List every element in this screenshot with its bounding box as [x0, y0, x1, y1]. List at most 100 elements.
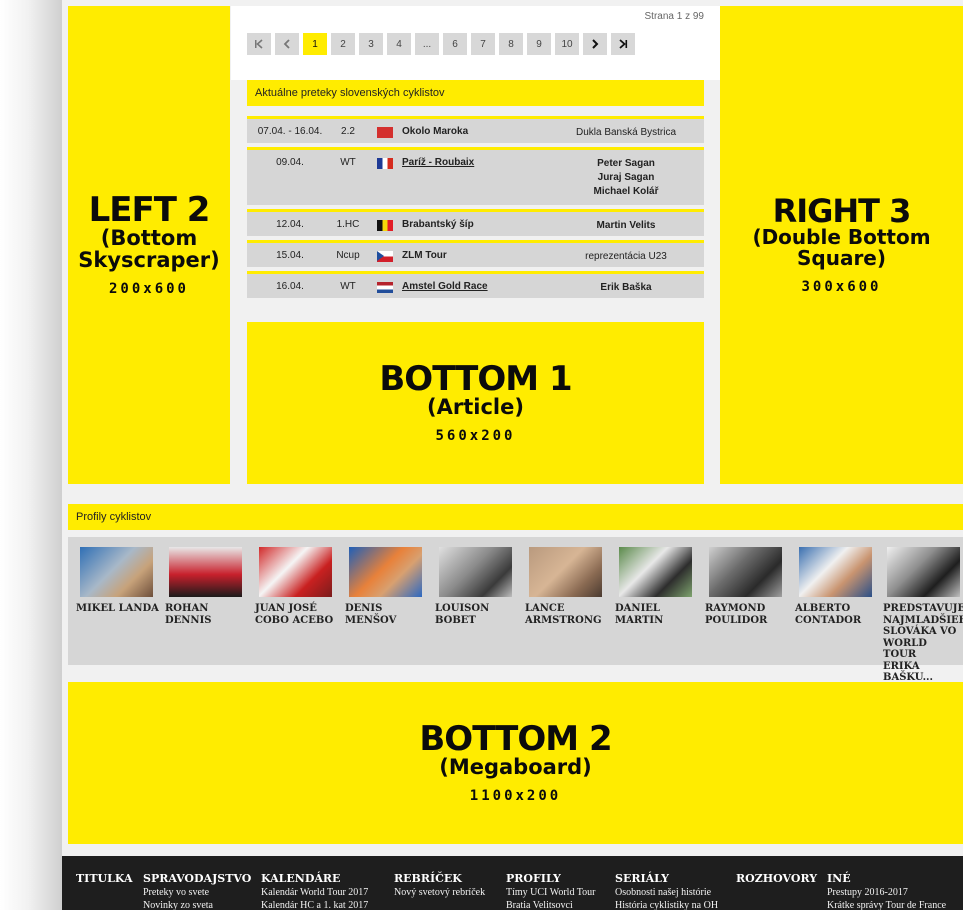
profiles-list: MIKEL LANDA ROHAN DENNIS JUAN JOSÉ COBO AC… [68, 537, 963, 683]
profile-photo[interactable] [259, 547, 332, 597]
profile-name[interactable]: ROHAN DENNIS [165, 603, 255, 626]
footer-heading[interactable]: SERIÁLY [615, 872, 718, 885]
footer-heading[interactable]: PROFILY [506, 872, 596, 885]
race-category: Ncup [336, 250, 360, 261]
profile-card[interactable]: MIKEL LANDA [76, 547, 159, 615]
last-page-icon[interactable] [611, 33, 635, 55]
profiles-header: Profily cyklistov [68, 504, 963, 530]
race-row[interactable]: 07.04. - 16.04. 2.2 Okolo Maroka Dukla B… [247, 116, 704, 143]
footer-link[interactable]: Krátke správy Tour de France [827, 900, 946, 910]
page-shadow [0, 0, 62, 910]
footer-col-titulka: TITULKA [76, 872, 133, 885]
race-name-link[interactable]: Amstel Gold Race [402, 281, 488, 292]
page-button-6[interactable]: 6 [443, 33, 467, 55]
profile-name[interactable]: JUAN JOSÉ COBO ACEBO [255, 603, 345, 626]
race-name: Brabantský šíp [402, 219, 474, 230]
ad-title: BOTTOM 1 [379, 358, 572, 399]
rider-name[interactable]: Peter Sagan [556, 157, 696, 171]
morocco-flag-icon [377, 127, 393, 138]
footer-heading[interactable]: REBRÍČEK [394, 872, 485, 885]
race-row[interactable]: 15.04. Ncup ZLM Tour reprezentácia U23 [247, 240, 704, 267]
footer-link[interactable]: Bratia Velitsovci [506, 900, 596, 910]
profile-name[interactable]: DANIEL MARTIN [615, 603, 705, 626]
profile-name[interactable]: MIKEL LANDA [76, 603, 166, 615]
race-category: 1.HC [336, 219, 360, 230]
profile-photo[interactable] [799, 547, 872, 597]
first-page-icon[interactable] [247, 33, 271, 55]
footer-heading[interactable]: ROZHOVORY [736, 872, 817, 885]
profile-name[interactable]: LOUISON BOBET [435, 603, 525, 626]
page-button-10[interactable]: 10 [555, 33, 579, 55]
profile-photo[interactable] [349, 547, 422, 597]
page-button-8[interactable]: 8 [499, 33, 523, 55]
profile-photo[interactable] [169, 547, 242, 597]
race-name-link[interactable]: Paríž - Roubaix [402, 157, 474, 168]
footer-heading[interactable]: KALENDÁRE [261, 872, 368, 885]
page-button-2[interactable]: 2 [331, 33, 355, 55]
footer-link[interactable]: Tímy UCI World Tour [506, 887, 596, 898]
profile-name[interactable]: PREDSTAVUJEMNAJMLADŠIEHOSLOVÁKA VOWORLD … [883, 603, 963, 684]
profile-card[interactable]: LOUISON BOBET [435, 547, 515, 626]
ad-left-skyscraper[interactable]: LEFT 2 (Bottom Skyscraper) 200x600 [68, 6, 230, 484]
profile-card[interactable]: DENIS MENŠOV [345, 547, 425, 626]
footer-link[interactable]: História cyklistiky na OH [615, 900, 718, 910]
race-row[interactable]: 09.04. WT Paríž - Roubaix Peter Sagan Ju… [247, 147, 704, 205]
profile-photo[interactable] [80, 547, 153, 597]
prev-page-icon[interactable] [275, 33, 299, 55]
profile-photo[interactable] [439, 547, 512, 597]
ad-bottom-megaboard[interactable]: BOTTOM 2 (Megaboard) 1100x200 [68, 682, 963, 844]
ad-title: BOTTOM 2 [419, 718, 612, 759]
ad-bottom-article[interactable]: BOTTOM 1 (Article) 560x200 [247, 322, 704, 484]
ad-subtitle: (Megaboard) [439, 754, 592, 779]
races-header: Aktuálne preteky slovenských cyklistov [247, 80, 704, 106]
footer-link[interactable]: Novinky zo sveta [143, 900, 251, 910]
profile-name[interactable]: ALBERTO CONTADOR [795, 603, 885, 626]
race-row[interactable]: 16.04. WT Amstel Gold Race Erik Baška [247, 271, 704, 298]
profile-photo[interactable] [529, 547, 602, 597]
race-date: 16.04. [276, 281, 304, 292]
profile-card[interactable]: LANCE ARMSTRONG [525, 547, 605, 626]
race-name: ZLM Tour [402, 250, 447, 261]
footer-heading[interactable]: SPRAVODAJSTVO [143, 872, 251, 885]
race-row[interactable]: 12.04. 1.HC Brabantský šíp Martin Velits [247, 209, 704, 236]
footer-link[interactable]: Osobnosti našej histórie [615, 887, 718, 898]
page-button-1[interactable]: 1 [303, 33, 327, 55]
footer-link[interactable]: Kalendár World Tour 2017 [261, 887, 368, 898]
footer-link[interactable]: Preteky vo svete [143, 887, 251, 898]
france-flag-icon [377, 158, 393, 169]
footer-link[interactable]: Prestupy 2016-2017 [827, 887, 946, 898]
footer-link[interactable]: Nový svetový rebríček [394, 887, 485, 898]
race-date: 15.04. [276, 250, 304, 261]
profile-card[interactable]: ROHAN DENNIS [165, 547, 245, 626]
profile-name[interactable]: RAYMOND POULIDOR [705, 603, 795, 626]
page-button-9[interactable]: 9 [527, 33, 551, 55]
race-riders[interactable]: Martin Velits [556, 219, 696, 233]
profile-card[interactable]: RAYMOND POULIDOR [705, 547, 785, 626]
footer-col-ine: INÉ Prestupy 2016-2017 Krátke správy Tou… [827, 872, 946, 910]
rider-name[interactable]: Michael Kolář [556, 185, 696, 199]
next-page-icon[interactable] [583, 33, 607, 55]
profile-card[interactable]: ALBERTO CONTADOR [795, 547, 875, 626]
profile-photo[interactable] [619, 547, 692, 597]
footer-link[interactable]: Kalendár HC a 1. kat 2017 [261, 900, 368, 910]
profile-name[interactable]: LANCE ARMSTRONG [525, 603, 615, 626]
footer-heading[interactable]: INÉ [827, 872, 946, 885]
page-button-3[interactable]: 3 [359, 33, 383, 55]
ad-right-square[interactable]: RIGHT 3 (Double Bottom Square) 300x600 [720, 6, 963, 484]
ad-subtitle: (Double Bottom [752, 225, 931, 249]
ad-subtitle: Skyscraper) [78, 248, 220, 272]
race-riders[interactable]: Erik Baška [556, 281, 696, 295]
footer-col-rebricek: REBRÍČEK Nový svetový rebríček [394, 872, 485, 898]
profile-card[interactable]: PREDSTAVUJEMNAJMLADŠIEHOSLOVÁKA VOWORLD … [883, 547, 963, 684]
footer-heading[interactable]: TITULKA [76, 872, 133, 885]
page-button-7[interactable]: 7 [471, 33, 495, 55]
race-category: WT [340, 157, 356, 168]
rider-name[interactable]: Juraj Sagan [556, 171, 696, 185]
page-button-4[interactable]: 4 [387, 33, 411, 55]
profile-photo[interactable] [709, 547, 782, 597]
profile-card[interactable]: DANIEL MARTIN [615, 547, 695, 626]
ad-subtitle: Square) [796, 246, 887, 270]
profile-name[interactable]: DENIS MENŠOV [345, 603, 435, 626]
profile-card[interactable]: JUAN JOSÉ COBO ACEBO [255, 547, 335, 626]
profile-photo[interactable] [887, 547, 960, 597]
